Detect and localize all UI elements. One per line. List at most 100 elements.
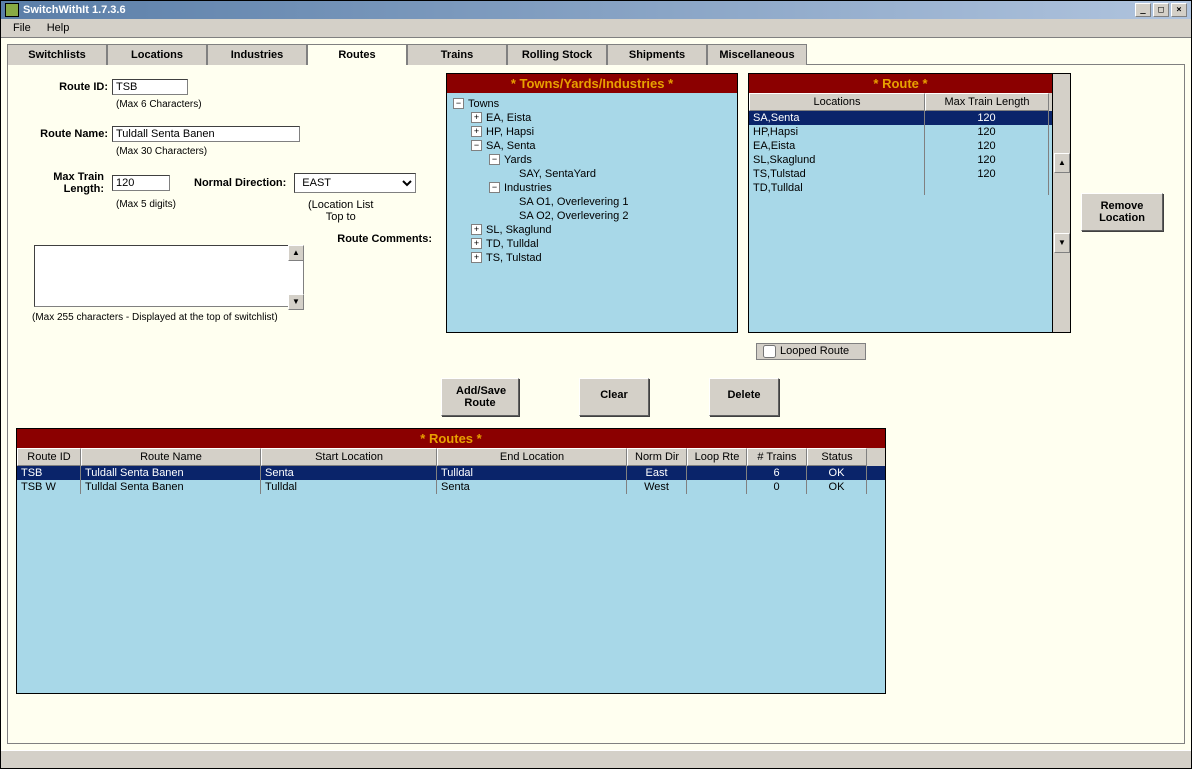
- direction-hint-1: (Location List: [308, 199, 373, 211]
- max-train-length-input[interactable]: [112, 175, 170, 191]
- routes-grid: * Routes * Route ID Route Name Start Loc…: [16, 428, 886, 694]
- route-move-down[interactable]: ▼: [1054, 233, 1070, 253]
- clear-button[interactable]: Clear: [579, 378, 649, 416]
- tab-miscellaneous[interactable]: Miscellaneous: [707, 44, 807, 65]
- close-button[interactable]: ×: [1171, 3, 1187, 17]
- tab-switchlists[interactable]: Switchlists: [7, 44, 107, 65]
- route-name-label: Route Name:: [16, 128, 112, 140]
- tab-rolling-stock[interactable]: Rolling Stock: [507, 44, 607, 65]
- route-row[interactable]: HP,Hapsi120: [749, 125, 1052, 139]
- comments-hint: (Max 255 characters - Displayed at the t…: [32, 312, 436, 323]
- route-row[interactable]: SL,Skaglund120: [749, 153, 1052, 167]
- minus-icon[interactable]: −: [471, 140, 482, 151]
- tree-sa-yard-say[interactable]: SAY, SentaYard: [453, 167, 731, 181]
- route-cell-loc: SL,Skaglund: [749, 153, 925, 167]
- col-status[interactable]: Status: [807, 448, 867, 466]
- delete-button[interactable]: Delete: [709, 378, 779, 416]
- tree-sa[interactable]: −SA, Senta: [453, 139, 731, 153]
- app-icon: [5, 3, 19, 17]
- remove-location-button[interactable]: Remove Location: [1081, 193, 1163, 231]
- route-cell-len: 120: [925, 167, 1049, 181]
- route-cell-loc: TD,Tulldal: [749, 181, 925, 195]
- tree-sa-ind-2[interactable]: SA O2, Overlevering 2: [453, 209, 731, 223]
- route-id-hint: (Max 6 Characters): [116, 99, 436, 110]
- route-cell-loc: EA,Eista: [749, 139, 925, 153]
- route-row[interactable]: TD,Tulldal: [749, 181, 1052, 195]
- max-train-hint: (Max 5 digits): [116, 199, 176, 223]
- window-title: SwitchWithIt 1.7.3.6: [23, 4, 1135, 16]
- direction-select[interactable]: EAST: [294, 173, 416, 193]
- tree-root[interactable]: −Towns: [453, 97, 731, 111]
- routes-grid-title: * Routes *: [17, 429, 885, 448]
- plus-icon[interactable]: +: [471, 112, 482, 123]
- looped-route-label: Looped Route: [780, 345, 849, 357]
- titlebar: SwitchWithIt 1.7.3.6 _ □ ×: [1, 1, 1191, 19]
- comments-textarea[interactable]: [34, 245, 304, 307]
- tree-ts[interactable]: +TS, Tulstad: [453, 251, 731, 265]
- max-train-label-2: Length:: [16, 183, 108, 195]
- minimize-button[interactable]: _: [1135, 3, 1151, 17]
- tree-td[interactable]: +TD, Tulldal: [453, 237, 731, 251]
- add-save-route-button[interactable]: Add/Save Route: [441, 378, 519, 416]
- route-id-label: Route ID:: [16, 81, 112, 93]
- towns-panel-title: * Towns/Yards/Industries *: [447, 74, 737, 93]
- menu-help[interactable]: Help: [39, 22, 78, 34]
- plus-icon[interactable]: +: [471, 126, 482, 137]
- plus-icon[interactable]: +: [471, 224, 482, 235]
- maximize-button[interactable]: □: [1153, 3, 1169, 17]
- route-row[interactable]: TS,Tulstad120: [749, 167, 1052, 181]
- route-col-length[interactable]: Max Train Length: [925, 93, 1049, 111]
- route-cell-len: 120: [925, 139, 1049, 153]
- tab-industries[interactable]: Industries: [207, 44, 307, 65]
- tab-locations[interactable]: Locations: [107, 44, 207, 65]
- col-trains[interactable]: # Trains: [747, 448, 807, 466]
- route-panel: * Route * Locations Max Train Length SA,…: [748, 73, 1053, 333]
- col-start-location[interactable]: Start Location: [261, 448, 437, 466]
- direction-label: Normal Direction:: [194, 177, 290, 189]
- tab-body: Route ID: (Max 6 Characters) Route Name:…: [7, 64, 1185, 744]
- route-id-input[interactable]: [112, 79, 188, 95]
- tab-routes[interactable]: Routes: [307, 44, 407, 65]
- route-cell-len: 120: [925, 111, 1049, 125]
- comments-label: Route Comments:: [50, 233, 436, 245]
- route-cell-len: 120: [925, 125, 1049, 139]
- route-name-input[interactable]: [112, 126, 300, 142]
- tree-sa-industries[interactable]: −Industries: [453, 181, 731, 195]
- col-norm-dir[interactable]: Norm Dir: [627, 448, 687, 466]
- tree-sl[interactable]: +SL, Skaglund: [453, 223, 731, 237]
- routes-list-row[interactable]: TSBTuldall Senta BanenSentaTulldalEast6O…: [17, 466, 885, 480]
- minus-icon[interactable]: −: [489, 182, 500, 193]
- routes-list-row[interactable]: TSB WTulldal Senta BanenTulldalSentaWest…: [17, 480, 885, 494]
- route-move-up[interactable]: ▲: [1054, 153, 1070, 173]
- comments-scroll-up[interactable]: ▲: [288, 245, 304, 261]
- col-end-location[interactable]: End Location: [437, 448, 627, 466]
- col-loop-rte[interactable]: Loop Rte: [687, 448, 747, 466]
- tabs: Switchlists Locations Industries Routes …: [7, 44, 1185, 65]
- route-form: Route ID: (Max 6 Characters) Route Name:…: [16, 73, 436, 360]
- minus-icon[interactable]: −: [453, 98, 464, 109]
- tree-ea[interactable]: +EA, Eista: [453, 111, 731, 125]
- tree-sa-ind-1[interactable]: SA O1, Overlevering 1: [453, 195, 731, 209]
- tree-sa-yards[interactable]: −Yards: [453, 153, 731, 167]
- towns-panel: * Towns/Yards/Industries * −Towns +EA, E…: [446, 73, 738, 333]
- looped-route-checkbox[interactable]: [763, 345, 776, 358]
- col-route-name[interactable]: Route Name: [81, 448, 261, 466]
- route-panel-title: * Route *: [749, 74, 1052, 93]
- plus-icon[interactable]: +: [471, 252, 482, 263]
- tab-trains[interactable]: Trains: [407, 44, 507, 65]
- route-cell-loc: HP,Hapsi: [749, 125, 925, 139]
- minus-icon[interactable]: −: [489, 154, 500, 165]
- direction-hint-2: Top to: [308, 211, 373, 223]
- route-row[interactable]: EA,Eista120: [749, 139, 1052, 153]
- tree-hp[interactable]: +HP, Hapsi: [453, 125, 731, 139]
- route-row[interactable]: SA,Senta120: [749, 111, 1052, 125]
- col-route-id[interactable]: Route ID: [17, 448, 81, 466]
- route-col-locations[interactable]: Locations: [749, 93, 925, 111]
- plus-icon[interactable]: +: [471, 238, 482, 249]
- route-cell-loc: SA,Senta: [749, 111, 925, 125]
- comments-scroll-down[interactable]: ▼: [288, 294, 304, 310]
- menu-file[interactable]: File: [5, 22, 39, 34]
- content-area: Switchlists Locations Industries Routes …: [1, 38, 1191, 750]
- route-cell-loc: TS,Tulstad: [749, 167, 925, 181]
- tab-shipments[interactable]: Shipments: [607, 44, 707, 65]
